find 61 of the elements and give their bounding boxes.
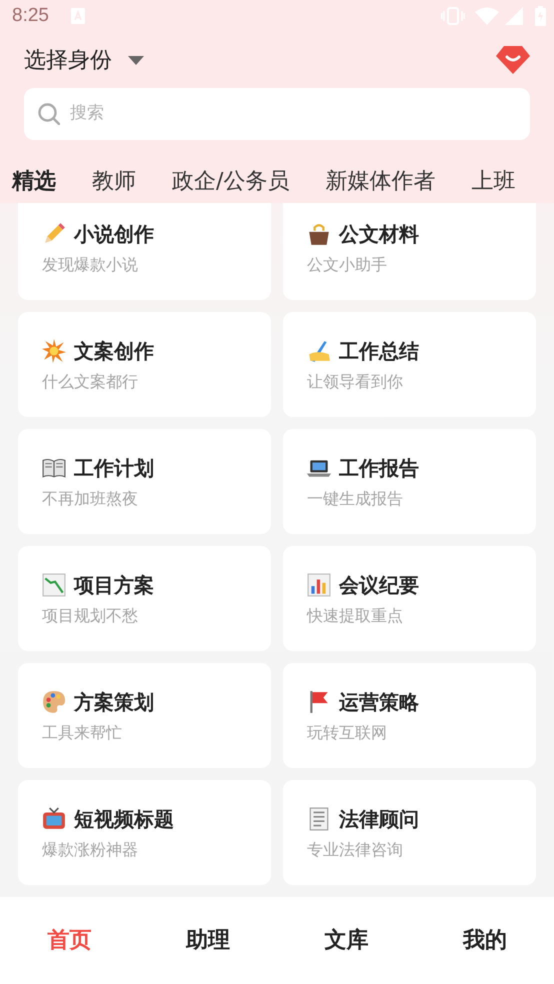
tool-card[interactable]: 方案策划 工具来帮忙 — [18, 663, 271, 768]
tool-card[interactable]: 法律顾问 专业法律咨询 — [283, 780, 536, 885]
card-subtitle: 什么文案都行 — [42, 372, 139, 392]
category-tab[interactable]: 上班 — [471, 159, 516, 203]
category-tab[interactable]: 新媒体作者 — [325, 159, 436, 203]
category-tab[interactable]: 政企/公务员 — [172, 159, 290, 203]
tool-card[interactable]: 工作报告 一键生成报告 — [283, 429, 536, 534]
tool-card[interactable]: 会议纪要 快速提取重点 — [283, 546, 536, 651]
card-title: 方案策划 — [74, 689, 154, 715]
card-title: 工作总结 — [339, 338, 419, 364]
card-subtitle: 玩转互联网 — [307, 723, 388, 743]
open-book-icon — [42, 456, 66, 480]
tool-card[interactable]: 公文材料 公文小助手 — [283, 203, 536, 300]
card-title: 会议纪要 — [339, 572, 419, 598]
burst-icon — [42, 339, 66, 363]
card-title: 运营策略 — [339, 689, 419, 715]
tool-card[interactable]: 运营策略 玩转互联网 — [283, 663, 536, 768]
category-tab[interactable]: 教师 — [92, 159, 136, 203]
card-subtitle: 让领导看到你 — [307, 372, 404, 392]
category-tab[interactable]: 精选 — [12, 159, 56, 203]
card-subtitle: 公文小助手 — [307, 255, 388, 275]
handbag-icon — [307, 222, 331, 246]
tool-card[interactable]: 工作总结 让领导看到你 — [283, 312, 536, 417]
card-title: 公文材料 — [339, 221, 419, 247]
nav-tab[interactable]: 首页 — [0, 923, 138, 958]
search-bar[interactable]: 搜索 — [24, 88, 530, 140]
tool-card[interactable]: 文案创作 什么文案都行 — [18, 312, 271, 417]
nav-tab[interactable]: 文库 — [277, 923, 416, 958]
document-icon — [307, 807, 331, 831]
search-icon — [38, 103, 60, 125]
tool-card[interactable]: 项目方案 项目规划不愁 — [18, 546, 271, 651]
palette-icon — [42, 690, 66, 714]
card-subtitle: 不再加班熬夜 — [42, 489, 139, 509]
writing-hand-icon — [307, 339, 331, 363]
bar-chart-icon — [307, 573, 331, 597]
nav-tab[interactable]: 助理 — [138, 923, 277, 958]
card-title: 工作计划 — [74, 455, 154, 481]
card-title: 短视频标题 — [74, 806, 174, 832]
card-title: 法律顾问 — [339, 806, 419, 832]
card-subtitle: 专业法律咨询 — [307, 840, 404, 860]
card-subtitle: 爆款涨粉神器 — [42, 840, 139, 860]
card-title: 项目方案 — [74, 572, 154, 598]
gem-icon[interactable] — [496, 46, 530, 74]
nav-tab[interactable]: 我的 — [416, 923, 554, 958]
card-title: 小说创作 — [74, 221, 154, 247]
card-title: 工作报告 — [339, 455, 419, 481]
card-subtitle: 工具来帮忙 — [42, 723, 123, 743]
card-title: 文案创作 — [74, 338, 154, 364]
tool-card[interactable]: 短视频标题 爆款涨粉神器 — [18, 780, 271, 885]
chart-down-icon — [42, 573, 66, 597]
card-subtitle: 快速提取重点 — [307, 606, 404, 626]
card-subtitle: 项目规划不愁 — [42, 606, 139, 626]
tool-card[interactable]: 小说创作 发现爆款小说 — [18, 203, 271, 300]
identity-selector[interactable]: 选择身份 — [24, 44, 144, 76]
status-time: 8:25 — [12, 4, 49, 28]
search-field[interactable]: 搜索 — [68, 100, 516, 128]
card-subtitle: 一键生成报告 — [307, 489, 404, 509]
card-subtitle: 发现爆款小说 — [42, 255, 139, 275]
caret-icon — [128, 56, 144, 64]
television-icon — [42, 807, 66, 831]
tool-card[interactable]: 工作计划 不再加班熬夜 — [18, 429, 271, 534]
